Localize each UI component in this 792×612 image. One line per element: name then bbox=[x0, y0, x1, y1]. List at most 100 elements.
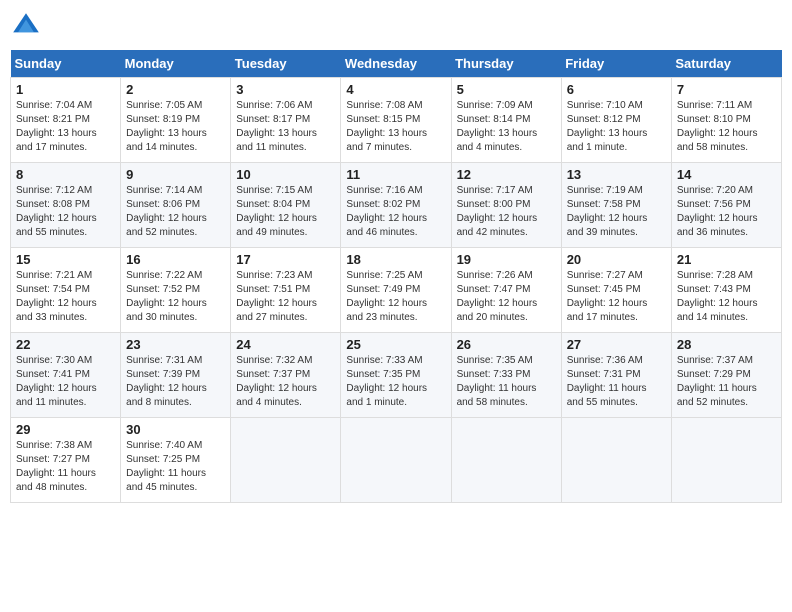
day-info: Sunrise: 7:06 AM Sunset: 8:17 PM Dayligh… bbox=[236, 99, 335, 155]
day-cell: 24 Sunrise: 7:32 AM Sunset: 7:37 PM Dayl… bbox=[231, 333, 341, 418]
day-cell: 27 Sunrise: 7:36 AM Sunset: 7:31 PM Dayl… bbox=[561, 333, 671, 418]
day-info: Sunrise: 7:33 AM Sunset: 7:35 PM Dayligh… bbox=[346, 354, 445, 410]
day-info: Sunrise: 7:26 AM Sunset: 7:47 PM Dayligh… bbox=[457, 269, 556, 325]
day-number: 9 bbox=[126, 167, 225, 182]
day-cell: 20 Sunrise: 7:27 AM Sunset: 7:45 PM Dayl… bbox=[561, 248, 671, 333]
day-number: 14 bbox=[677, 167, 776, 182]
col-header-friday: Friday bbox=[561, 50, 671, 78]
day-info: Sunrise: 7:19 AM Sunset: 7:58 PM Dayligh… bbox=[567, 184, 666, 240]
day-number: 8 bbox=[16, 167, 115, 182]
day-number: 4 bbox=[346, 82, 445, 97]
day-cell: 18 Sunrise: 7:25 AM Sunset: 7:49 PM Dayl… bbox=[341, 248, 451, 333]
day-number: 29 bbox=[16, 422, 115, 437]
day-cell: 6 Sunrise: 7:10 AM Sunset: 8:12 PM Dayli… bbox=[561, 78, 671, 163]
day-info: Sunrise: 7:38 AM Sunset: 7:27 PM Dayligh… bbox=[16, 439, 115, 495]
week-row-2: 8 Sunrise: 7:12 AM Sunset: 8:08 PM Dayli… bbox=[11, 163, 782, 248]
day-info: Sunrise: 7:04 AM Sunset: 8:21 PM Dayligh… bbox=[16, 99, 115, 155]
day-cell: 11 Sunrise: 7:16 AM Sunset: 8:02 PM Dayl… bbox=[341, 163, 451, 248]
day-cell: 13 Sunrise: 7:19 AM Sunset: 7:58 PM Dayl… bbox=[561, 163, 671, 248]
day-info: Sunrise: 7:27 AM Sunset: 7:45 PM Dayligh… bbox=[567, 269, 666, 325]
logo-icon bbox=[10, 10, 42, 42]
day-number: 19 bbox=[457, 252, 556, 267]
day-info: Sunrise: 7:17 AM Sunset: 8:00 PM Dayligh… bbox=[457, 184, 556, 240]
day-number: 11 bbox=[346, 167, 445, 182]
day-number: 17 bbox=[236, 252, 335, 267]
col-header-monday: Monday bbox=[121, 50, 231, 78]
day-cell: 14 Sunrise: 7:20 AM Sunset: 7:56 PM Dayl… bbox=[671, 163, 781, 248]
col-header-saturday: Saturday bbox=[671, 50, 781, 78]
logo bbox=[10, 10, 46, 42]
day-cell: 9 Sunrise: 7:14 AM Sunset: 8:06 PM Dayli… bbox=[121, 163, 231, 248]
day-info: Sunrise: 7:05 AM Sunset: 8:19 PM Dayligh… bbox=[126, 99, 225, 155]
day-info: Sunrise: 7:35 AM Sunset: 7:33 PM Dayligh… bbox=[457, 354, 556, 410]
day-number: 22 bbox=[16, 337, 115, 352]
day-cell: 16 Sunrise: 7:22 AM Sunset: 7:52 PM Dayl… bbox=[121, 248, 231, 333]
day-cell: 28 Sunrise: 7:37 AM Sunset: 7:29 PM Dayl… bbox=[671, 333, 781, 418]
day-number: 10 bbox=[236, 167, 335, 182]
day-number: 16 bbox=[126, 252, 225, 267]
day-cell: 1 Sunrise: 7:04 AM Sunset: 8:21 PM Dayli… bbox=[11, 78, 121, 163]
day-cell bbox=[561, 418, 671, 503]
day-number: 5 bbox=[457, 82, 556, 97]
day-number: 3 bbox=[236, 82, 335, 97]
week-row-1: 1 Sunrise: 7:04 AM Sunset: 8:21 PM Dayli… bbox=[11, 78, 782, 163]
day-info: Sunrise: 7:14 AM Sunset: 8:06 PM Dayligh… bbox=[126, 184, 225, 240]
day-cell: 12 Sunrise: 7:17 AM Sunset: 8:00 PM Dayl… bbox=[451, 163, 561, 248]
day-cell: 8 Sunrise: 7:12 AM Sunset: 8:08 PM Dayli… bbox=[11, 163, 121, 248]
header-row: SundayMondayTuesdayWednesdayThursdayFrid… bbox=[11, 50, 782, 78]
day-number: 18 bbox=[346, 252, 445, 267]
day-cell bbox=[451, 418, 561, 503]
day-number: 7 bbox=[677, 82, 776, 97]
day-info: Sunrise: 7:31 AM Sunset: 7:39 PM Dayligh… bbox=[126, 354, 225, 410]
day-cell: 25 Sunrise: 7:33 AM Sunset: 7:35 PM Dayl… bbox=[341, 333, 451, 418]
day-cell: 7 Sunrise: 7:11 AM Sunset: 8:10 PM Dayli… bbox=[671, 78, 781, 163]
day-info: Sunrise: 7:12 AM Sunset: 8:08 PM Dayligh… bbox=[16, 184, 115, 240]
day-cell: 2 Sunrise: 7:05 AM Sunset: 8:19 PM Dayli… bbox=[121, 78, 231, 163]
day-info: Sunrise: 7:08 AM Sunset: 8:15 PM Dayligh… bbox=[346, 99, 445, 155]
week-row-4: 22 Sunrise: 7:30 AM Sunset: 7:41 PM Dayl… bbox=[11, 333, 782, 418]
day-cell: 22 Sunrise: 7:30 AM Sunset: 7:41 PM Dayl… bbox=[11, 333, 121, 418]
day-info: Sunrise: 7:09 AM Sunset: 8:14 PM Dayligh… bbox=[457, 99, 556, 155]
day-cell: 17 Sunrise: 7:23 AM Sunset: 7:51 PM Dayl… bbox=[231, 248, 341, 333]
col-header-tuesday: Tuesday bbox=[231, 50, 341, 78]
day-number: 30 bbox=[126, 422, 225, 437]
day-cell bbox=[231, 418, 341, 503]
week-row-3: 15 Sunrise: 7:21 AM Sunset: 7:54 PM Dayl… bbox=[11, 248, 782, 333]
day-info: Sunrise: 7:36 AM Sunset: 7:31 PM Dayligh… bbox=[567, 354, 666, 410]
day-info: Sunrise: 7:28 AM Sunset: 7:43 PM Dayligh… bbox=[677, 269, 776, 325]
day-cell: 5 Sunrise: 7:09 AM Sunset: 8:14 PM Dayli… bbox=[451, 78, 561, 163]
day-cell: 10 Sunrise: 7:15 AM Sunset: 8:04 PM Dayl… bbox=[231, 163, 341, 248]
day-number: 23 bbox=[126, 337, 225, 352]
day-number: 24 bbox=[236, 337, 335, 352]
day-info: Sunrise: 7:22 AM Sunset: 7:52 PM Dayligh… bbox=[126, 269, 225, 325]
day-info: Sunrise: 7:37 AM Sunset: 7:29 PM Dayligh… bbox=[677, 354, 776, 410]
col-header-thursday: Thursday bbox=[451, 50, 561, 78]
day-cell: 4 Sunrise: 7:08 AM Sunset: 8:15 PM Dayli… bbox=[341, 78, 451, 163]
day-info: Sunrise: 7:15 AM Sunset: 8:04 PM Dayligh… bbox=[236, 184, 335, 240]
day-number: 13 bbox=[567, 167, 666, 182]
day-cell: 3 Sunrise: 7:06 AM Sunset: 8:17 PM Dayli… bbox=[231, 78, 341, 163]
day-cell: 30 Sunrise: 7:40 AM Sunset: 7:25 PM Dayl… bbox=[121, 418, 231, 503]
day-info: Sunrise: 7:25 AM Sunset: 7:49 PM Dayligh… bbox=[346, 269, 445, 325]
day-number: 1 bbox=[16, 82, 115, 97]
day-info: Sunrise: 7:21 AM Sunset: 7:54 PM Dayligh… bbox=[16, 269, 115, 325]
day-cell: 26 Sunrise: 7:35 AM Sunset: 7:33 PM Dayl… bbox=[451, 333, 561, 418]
calendar-table: SundayMondayTuesdayWednesdayThursdayFrid… bbox=[10, 50, 782, 503]
col-header-sunday: Sunday bbox=[11, 50, 121, 78]
day-info: Sunrise: 7:20 AM Sunset: 7:56 PM Dayligh… bbox=[677, 184, 776, 240]
day-number: 25 bbox=[346, 337, 445, 352]
day-info: Sunrise: 7:30 AM Sunset: 7:41 PM Dayligh… bbox=[16, 354, 115, 410]
day-number: 27 bbox=[567, 337, 666, 352]
day-number: 28 bbox=[677, 337, 776, 352]
day-info: Sunrise: 7:11 AM Sunset: 8:10 PM Dayligh… bbox=[677, 99, 776, 155]
day-cell: 23 Sunrise: 7:31 AM Sunset: 7:39 PM Dayl… bbox=[121, 333, 231, 418]
day-number: 20 bbox=[567, 252, 666, 267]
day-info: Sunrise: 7:32 AM Sunset: 7:37 PM Dayligh… bbox=[236, 354, 335, 410]
day-number: 2 bbox=[126, 82, 225, 97]
day-cell: 15 Sunrise: 7:21 AM Sunset: 7:54 PM Dayl… bbox=[11, 248, 121, 333]
page-header bbox=[10, 10, 782, 42]
day-number: 6 bbox=[567, 82, 666, 97]
day-number: 21 bbox=[677, 252, 776, 267]
day-cell bbox=[341, 418, 451, 503]
day-number: 12 bbox=[457, 167, 556, 182]
